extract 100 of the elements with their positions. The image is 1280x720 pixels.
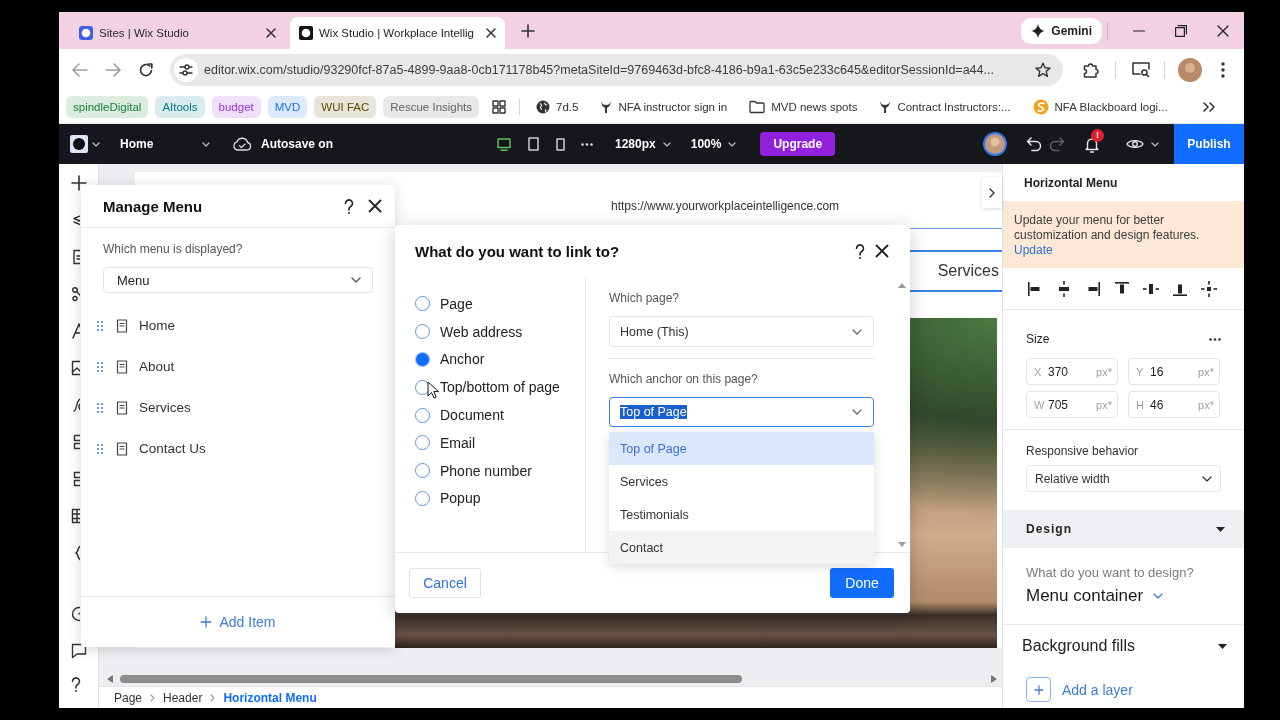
curve-icon[interactable] (70, 396, 80, 413)
bookmark-folder[interactable]: MVD news spots (743, 99, 864, 114)
tab-group-label[interactable]: WUI FAC (314, 95, 377, 118)
help-icon[interactable] (344, 198, 354, 214)
done-button[interactable]: Done (830, 568, 894, 598)
menu-item-label[interactable]: Services (139, 400, 191, 415)
dropdown-option[interactable]: Services (609, 465, 874, 498)
dropdown-option[interactable]: Contact (609, 531, 874, 564)
scroll-up-icon[interactable] (898, 283, 906, 288)
add-icon[interactable] (70, 174, 87, 191)
radio-button[interactable] (415, 435, 430, 451)
close-icon[interactable] (486, 28, 496, 38)
menu-item-label[interactable]: Home (139, 318, 175, 333)
page-dropdown[interactable]: Home (This) (609, 316, 874, 347)
menu-item-label[interactable]: Contact Us (139, 441, 206, 456)
responsive-dropdown[interactable]: Relative width (1026, 465, 1221, 492)
number-field[interactable]: H 46 px* (1128, 391, 1220, 418)
radio-button[interactable] (415, 490, 430, 506)
breadcrumb-item[interactable]: Header (163, 690, 203, 705)
radio-label[interactable]: Email (440, 434, 475, 451)
add-layer-link[interactable]: Add a layer (1062, 681, 1133, 698)
bookmark[interactable]: 7d.5 (530, 99, 585, 114)
scrollbar-thumb[interactable] (120, 675, 742, 683)
bookmark[interactable]: NFA instructor sign in (594, 100, 734, 113)
address-bar[interactable]: editor.wix.com/studio/93290fcf-87a5-4899-9aa8-0cb171178b45?metaSiteId=9769463d-bfc8-4186-b9a1-63c5e233c645&editorSessionId=a44... (170, 53, 1063, 86)
align-left-icon[interactable] (1027, 280, 1043, 297)
radio-label[interactable]: Document (440, 407, 504, 424)
help-icon[interactable] (855, 243, 865, 259)
restore-icon[interactable] (1175, 24, 1187, 37)
tab-group-label[interactable]: MVD (267, 95, 308, 118)
add-layer-button[interactable] (1026, 677, 1051, 702)
dropdown-option[interactable]: Top of Page (609, 432, 874, 465)
gauge-icon[interactable] (70, 605, 80, 622)
close-icon[interactable] (368, 199, 382, 213)
radio-label[interactable]: Top/bottom of page (440, 379, 560, 396)
drag-handle-icon[interactable] (97, 361, 103, 372)
update-link[interactable]: Update (1014, 243, 1234, 258)
drag-handle-icon[interactable] (97, 402, 103, 413)
page-selector[interactable]: Home (120, 137, 210, 151)
anchor-dropdown[interactable]: Top of Page (609, 397, 874, 427)
radio-label[interactable]: Page (440, 295, 473, 312)
star-icon[interactable] (1035, 61, 1051, 78)
eye-icon[interactable] (1126, 138, 1144, 150)
scroll-right-icon[interactable] (991, 675, 997, 683)
scroll-left-icon[interactable] (107, 675, 113, 683)
number-field[interactable]: W 705 px* (1026, 391, 1118, 418)
page-icon[interactable] (70, 248, 80, 265)
breadcrumb-item[interactable]: Horizontal Menu (223, 690, 317, 705)
plus-icon[interactable] (521, 23, 535, 38)
drag-handle-icon[interactable] (97, 443, 103, 454)
breadcrumb-item[interactable]: Page (114, 690, 143, 705)
tablet-icon[interactable] (528, 137, 539, 151)
table-icon[interactable] (70, 507, 80, 524)
reload-icon[interactable] (139, 62, 153, 77)
drag-handle-icon[interactable] (97, 320, 103, 331)
undo-icon[interactable] (1026, 137, 1042, 151)
browser-tab[interactable]: Wix Studio | Workplace Intellig (290, 17, 505, 49)
bookmark[interactable]: NFA Blackboard logi... (1026, 98, 1174, 115)
radio-button[interactable] (415, 352, 430, 367)
publish-button[interactable]: Publish (1174, 124, 1244, 164)
caret-icon[interactable] (92, 141, 100, 147)
tab-group-label[interactable]: spindleDigital (66, 95, 149, 118)
radio-label[interactable]: Anchor (440, 351, 485, 368)
caret-icon[interactable] (1151, 141, 1159, 147)
design-section-header[interactable]: Design (1003, 510, 1244, 548)
menu-dropdown[interactable]: Menu (103, 267, 373, 293)
forward-icon[interactable] (105, 62, 121, 77)
grid-icon[interactable] (492, 99, 507, 114)
add-item-button[interactable]: Add Item (81, 596, 395, 647)
logo-icon[interactable] (70, 135, 88, 153)
close-icon[interactable] (266, 28, 276, 38)
chevrons-right-icon[interactable] (1203, 101, 1215, 112)
scroll-down-icon[interactable] (898, 542, 906, 547)
design-target-selector[interactable]: Menu container (1026, 586, 1221, 606)
image-icon[interactable] (70, 359, 80, 376)
menu-item[interactable]: Services (937, 262, 999, 280)
tab-group-label[interactable]: Rescue Insights (383, 95, 480, 118)
center-icon[interactable] (1201, 280, 1217, 297)
more-icon[interactable] (581, 142, 593, 146)
align-top-icon[interactable] (1114, 280, 1130, 297)
tab-group-label[interactable]: budget (211, 95, 261, 118)
radio-label[interactable]: Popup (440, 490, 481, 507)
gemini-button[interactable]: Gemini (1021, 17, 1102, 44)
avatar-icon[interactable] (983, 132, 1007, 156)
dropdown-option[interactable]: Testimonials (609, 498, 874, 531)
radio-button[interactable] (415, 407, 430, 423)
minimize-icon[interactable] (1133, 29, 1145, 32)
back-icon[interactable] (72, 62, 88, 77)
more-icon[interactable] (1209, 338, 1221, 341)
tab-group-label[interactable]: AItools (155, 95, 205, 118)
close-icon[interactable] (1217, 24, 1229, 37)
section-title[interactable]: Background fills (1022, 637, 1135, 655)
number-field[interactable]: X 370 px* (1026, 358, 1118, 385)
desktop-icon[interactable] (497, 137, 511, 151)
cancel-button[interactable]: Cancel (409, 568, 481, 598)
browser-tab[interactable]: Sites | Wix Studio (70, 17, 285, 49)
sliders-icon[interactable] (174, 57, 198, 82)
nodes-icon[interactable] (70, 285, 80, 302)
radio-button[interactable] (415, 324, 430, 340)
align-center-icon[interactable] (1056, 280, 1072, 297)
